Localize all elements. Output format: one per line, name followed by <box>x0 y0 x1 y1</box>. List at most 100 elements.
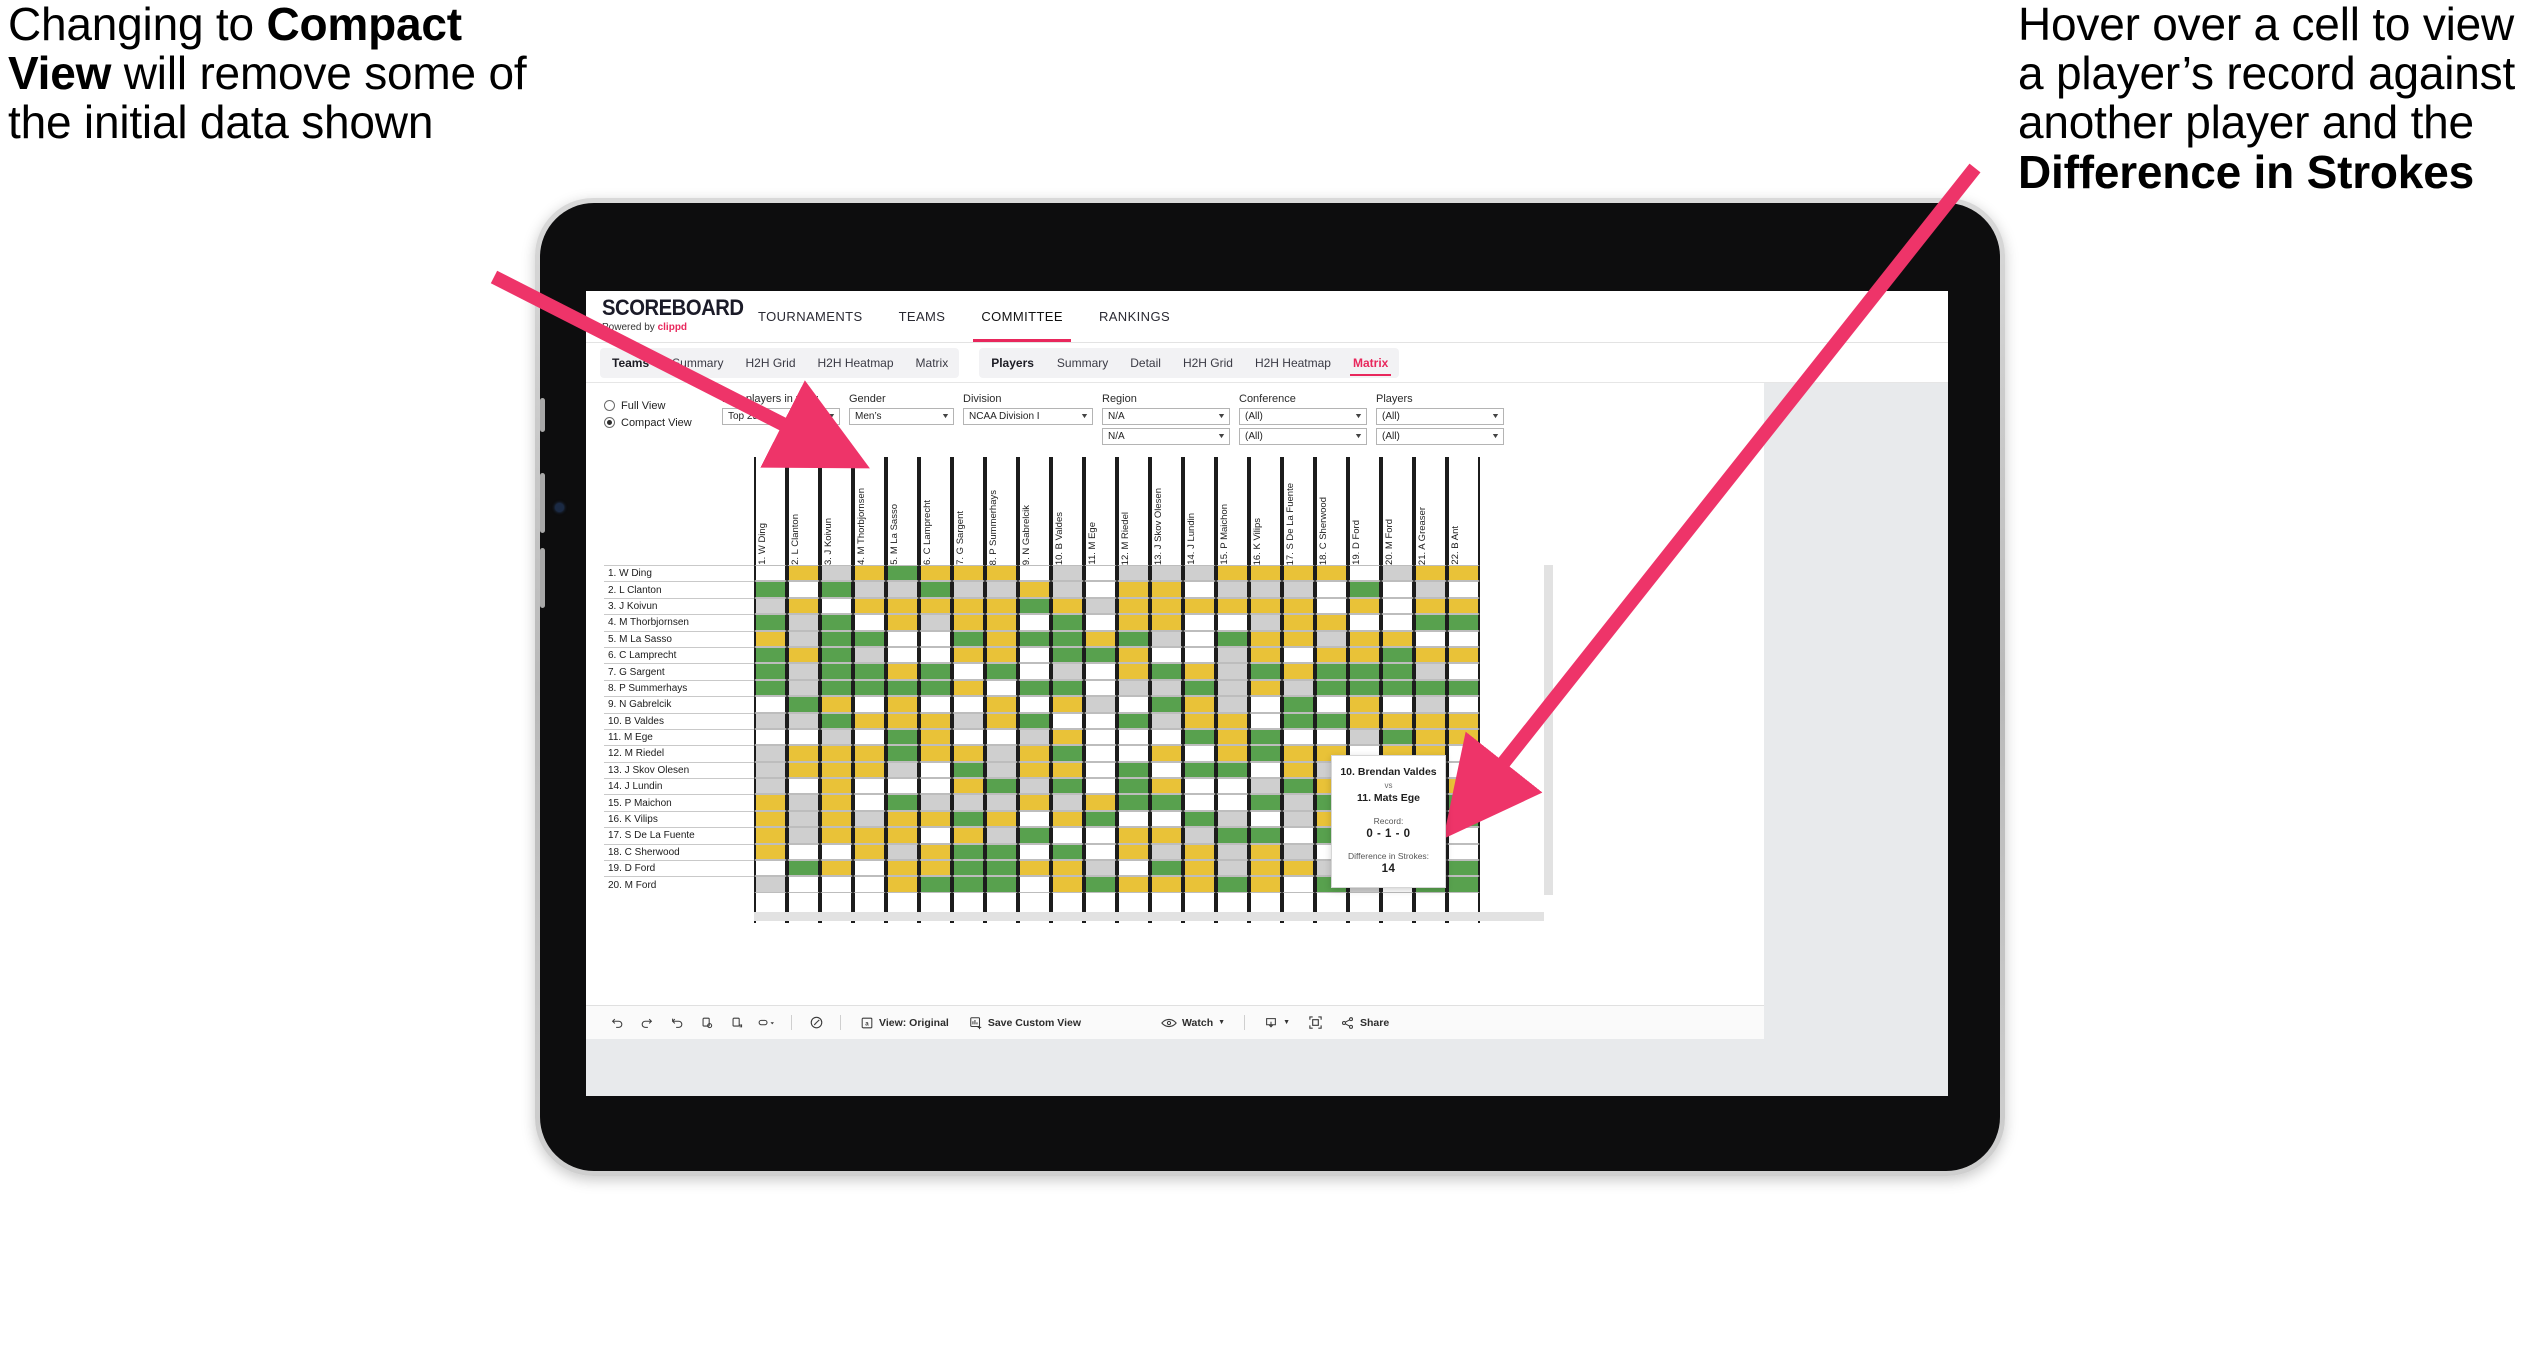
matrix-cell[interactable] <box>1414 712 1447 729</box>
matrix-cell[interactable] <box>1282 761 1315 779</box>
matrix-cell[interactable] <box>952 630 985 647</box>
matrix-cell[interactable] <box>1216 565 1249 582</box>
matrix-cell[interactable] <box>1183 827 1216 844</box>
matrix-cell[interactable] <box>1348 597 1381 615</box>
matrix-cell[interactable] <box>787 810 820 828</box>
matrix-cell[interactable] <box>1051 696 1084 713</box>
matrix-cell[interactable] <box>1018 712 1051 729</box>
matrix-cell[interactable] <box>1348 565 1381 582</box>
matrix-cell[interactable] <box>919 827 952 844</box>
matrix-cell[interactable] <box>919 712 952 729</box>
players-tab-h2h-heatmap[interactable]: H2H Heatmap <box>1244 348 1342 378</box>
matrix-cell[interactable] <box>853 794 886 811</box>
matrix-cell[interactable] <box>1414 663 1447 680</box>
matrix-cell[interactable] <box>1447 679 1480 697</box>
matrix-cell[interactable] <box>820 778 853 795</box>
matrix-cell[interactable] <box>787 794 820 811</box>
matrix-cell[interactable] <box>1447 745 1480 762</box>
matrix-cell[interactable] <box>754 843 787 861</box>
matrix-cell[interactable] <box>1150 876 1183 893</box>
matrix-cell[interactable] <box>1051 745 1084 762</box>
matrix-cell[interactable] <box>1381 663 1414 680</box>
matrix-cell[interactable] <box>1183 860 1216 877</box>
matrix-row-header[interactable]: 9. N Gabrelcik <box>604 696 754 713</box>
matrix-cell[interactable] <box>985 827 1018 844</box>
volume-down-button[interactable] <box>540 548 545 608</box>
matrix-cell[interactable] <box>853 778 886 795</box>
matrix-cell[interactable] <box>1018 696 1051 713</box>
matrix-cell[interactable] <box>1381 646 1414 664</box>
matrix-cell[interactable] <box>1348 712 1381 729</box>
matrix-cell[interactable] <box>1051 614 1084 631</box>
matrix-cell[interactable] <box>754 679 787 697</box>
matrix-cell[interactable] <box>1249 597 1282 615</box>
matrix-cell[interactable] <box>1018 794 1051 811</box>
matrix-cell[interactable] <box>853 581 886 598</box>
matrix-cell[interactable] <box>1150 745 1183 762</box>
matrix-cell[interactable] <box>820 712 853 729</box>
matrix-cell[interactable] <box>952 728 985 746</box>
matrix-cell[interactable] <box>985 843 1018 861</box>
matrix-cell[interactable] <box>1117 679 1150 697</box>
matrix-cell[interactable] <box>787 679 820 697</box>
matrix-cell[interactable] <box>952 565 985 582</box>
redo-icon[interactable] <box>632 1012 662 1034</box>
matrix-cell[interactable] <box>952 876 985 893</box>
matrix-cell[interactable] <box>1018 745 1051 762</box>
matrix-cell[interactable] <box>952 614 985 631</box>
matrix-cell[interactable] <box>820 581 853 598</box>
matrix-cell[interactable] <box>820 630 853 647</box>
matrix-cell[interactable] <box>1051 876 1084 893</box>
topnav-item-rankings[interactable]: RANKINGS <box>1081 291 1188 342</box>
matrix-row-header[interactable]: 4. M Thorbjornsen <box>604 614 754 631</box>
matrix-col-header[interactable]: 21. A Greaser <box>1414 457 1447 565</box>
matrix-cell[interactable] <box>754 565 787 582</box>
vertical-scrollbar[interactable] <box>1544 565 1553 895</box>
matrix-cell[interactable] <box>1018 663 1051 680</box>
matrix-cell[interactable] <box>1084 597 1117 615</box>
matrix-cell[interactable] <box>1117 843 1150 861</box>
horizontal-scrollbar[interactable] <box>754 912 1544 921</box>
matrix-cell[interactable] <box>1216 810 1249 828</box>
matrix-cell[interactable] <box>1084 565 1117 582</box>
matrix-cell[interactable] <box>1084 860 1117 877</box>
matrix-cell[interactable] <box>1315 565 1348 582</box>
matrix-cell[interactable] <box>1117 565 1150 582</box>
matrix-cell[interactable] <box>1084 778 1117 795</box>
matrix-cell[interactable] <box>1216 745 1249 762</box>
matrix-cell[interactable] <box>820 745 853 762</box>
matrix-cell[interactable] <box>1018 679 1051 697</box>
matrix-cell[interactable] <box>1084 712 1117 729</box>
pause-icon[interactable] <box>722 1012 752 1034</box>
revert-icon[interactable] <box>662 1012 692 1034</box>
matrix-cell[interactable] <box>985 810 1018 828</box>
matrix-cell[interactable] <box>1282 646 1315 664</box>
matrix-cell[interactable] <box>919 860 952 877</box>
matrix-cell[interactable] <box>853 597 886 615</box>
matrix-col-header[interactable]: 7. G Sargent <box>952 457 985 565</box>
matrix-cell[interactable] <box>1051 761 1084 779</box>
matrix-cell[interactable] <box>919 581 952 598</box>
matrix-cell[interactable] <box>919 679 952 697</box>
matrix-cell[interactable] <box>1018 827 1051 844</box>
matrix-col-header[interactable]: 16. K Vilips <box>1249 457 1282 565</box>
matrix-cell[interactable] <box>1018 876 1051 893</box>
matrix-cell[interactable] <box>1150 597 1183 615</box>
matrix-cell[interactable] <box>754 810 787 828</box>
matrix-cell[interactable] <box>1018 860 1051 877</box>
matrix-cell[interactable] <box>1414 581 1447 598</box>
division-select[interactable]: NCAA Division I ▼ <box>963 408 1093 425</box>
matrix-cell[interactable] <box>1117 810 1150 828</box>
matrix-cell[interactable] <box>1414 565 1447 582</box>
matrix-cell[interactable] <box>1282 696 1315 713</box>
matrix-cell[interactable] <box>1150 614 1183 631</box>
matrix-cell[interactable] <box>1447 646 1480 664</box>
matrix-cell[interactable] <box>853 614 886 631</box>
matrix-cell[interactable] <box>952 761 985 779</box>
matrix-cell[interactable] <box>1414 679 1447 697</box>
matrix-cell[interactable] <box>1117 597 1150 615</box>
matrix-cell[interactable] <box>1183 794 1216 811</box>
matrix-cell[interactable] <box>1117 712 1150 729</box>
matrix-cell[interactable] <box>1216 646 1249 664</box>
matrix-cell[interactable] <box>1348 728 1381 746</box>
